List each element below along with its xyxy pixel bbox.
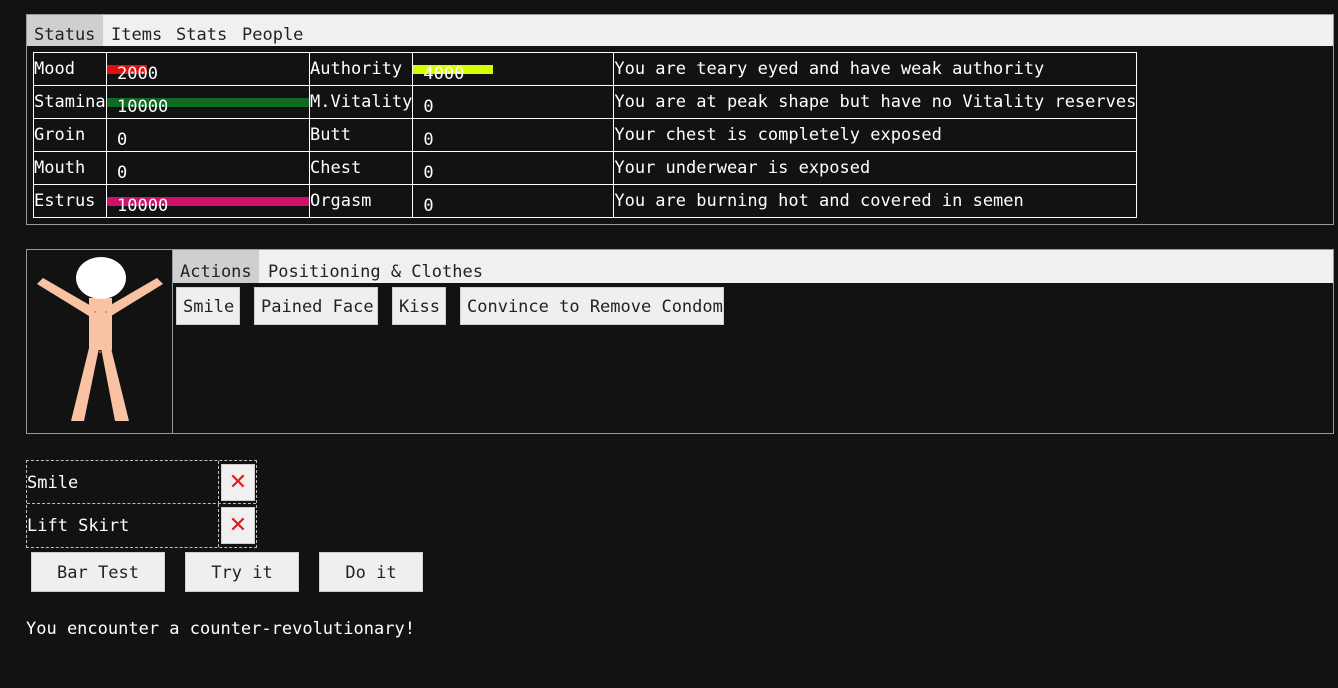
stat-bar-cell: 0 [412,151,615,185]
stat-label: Estrus [33,184,107,218]
stat-bar-cell: 10000 [106,184,310,218]
stat-label: Stamina [33,85,107,119]
stat-bar-cell: 0 [412,184,615,218]
stat-value: 0 [423,196,434,216]
stat-value: 0 [423,163,434,183]
queue-item: Lift Skirt ✕ [27,504,256,547]
stat-value: 4000 [423,64,465,84]
kiss-button[interactable]: Kiss [392,287,446,325]
stat-label: Orgasm [308,184,414,218]
stat-value: 0 [423,97,434,117]
stat-value: 0 [117,130,128,150]
stat-label: Butt [308,118,414,152]
status-panel: Status Items Stats People Mood 2000 Author… [26,14,1334,225]
stat-row: Groin 0 Butt 0 Your chest is completely expo… [33,118,1138,152]
queue-item: Smile ✕ [27,461,256,504]
stat-row: Stamina 10000 M.Vitality 0 You are at peak s… [33,85,1138,119]
action-area: Actions Positioning & Clothes Smile Pain… [173,250,1333,433]
smile-button[interactable]: Smile [176,287,240,325]
stat-description: You are teary eyed and have weak authori… [613,52,1138,86]
queue-item-label: Smile [27,461,219,504]
stat-value: 0 [423,130,434,150]
action-queue: Smile ✕ Lift Skirt ✕ [26,460,257,548]
tab-stats[interactable]: Stats [169,15,234,46]
stat-row: Mood 2000 Authority 4000 You are teary eyed … [33,52,1138,86]
do-it-button[interactable]: Do it [319,552,423,592]
bar-test-button[interactable]: Bar Test [31,552,165,592]
stat-description: You are at peak shape but have no Vitali… [613,85,1138,119]
status-tabbar: Status Items Stats People [27,15,1333,46]
stat-bar-cell: 0 [412,118,615,152]
action-tabbar: Actions Positioning & Clothes [173,250,1333,283]
stat-label: M.Vitality [308,85,414,119]
stat-label: Authority [308,52,414,86]
stat-bar-cell: 0 [412,85,615,119]
stat-value: 10000 [117,196,169,216]
stat-bar-cell: 2000 [106,52,310,86]
queue-item-label: Lift Skirt [27,504,219,547]
stat-label: Groin [33,118,107,152]
stat-label: Mood [33,52,107,86]
tab-people[interactable]: People [235,15,310,46]
convince-remove-condom-button[interactable]: Convince to Remove Condom [460,287,724,325]
action-panel: Actions Positioning & Clothes Smile Pain… [26,249,1334,434]
stat-value: 10000 [117,97,169,117]
stat-description: Your chest is completely exposed [613,118,1138,152]
stat-value: 2000 [117,64,158,84]
character-portrait [27,250,173,433]
remove-icon[interactable]: ✕ [221,507,255,544]
stat-bar-cell: 10000 [106,85,310,119]
stat-bar-cell: 0 [106,118,310,152]
tab-positioning-clothes[interactable]: Positioning & Clothes [261,250,490,283]
stat-bar-cell: 4000 [412,52,615,86]
tab-status[interactable]: Status [27,15,103,46]
stat-description: Your underwear is exposed [613,151,1138,185]
stat-bar-cell: 0 [106,151,310,185]
pained-face-button[interactable]: Pained Face [254,287,378,325]
tab-actions[interactable]: Actions [173,250,259,283]
stat-row: Estrus 10000 Orgasm 0 You are burning hot an… [33,184,1138,218]
stats-table: Mood 2000 Authority 4000 You are teary eyed … [33,52,1138,218]
stat-value: 0 [117,163,128,183]
encounter-message: You encounter a counter-revolutionary! [26,619,415,639]
stat-label: Chest [308,151,414,185]
stat-row: Mouth 0 Chest 0 Your underwear is exposed [33,151,1138,185]
stat-description: You are burning hot and covered in semen [613,184,1138,218]
tab-items[interactable]: Items [104,15,169,46]
remove-icon[interactable]: ✕ [221,464,255,501]
try-it-button[interactable]: Try it [185,552,299,592]
stick-figure-icon [37,257,163,421]
stat-label: Mouth [33,151,107,185]
